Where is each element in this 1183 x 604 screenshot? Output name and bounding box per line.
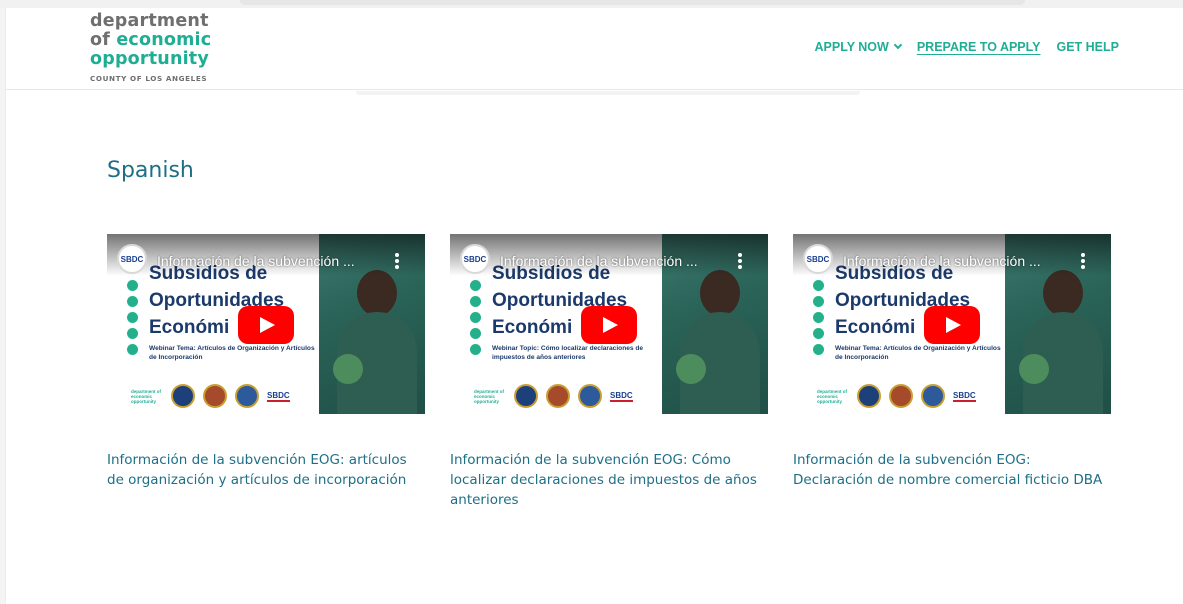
top-pill [240, 0, 1025, 5]
play-button-icon[interactable] [581, 306, 637, 344]
sbdc-badge: SBDC [610, 390, 633, 402]
channel-avatar[interactable]: SBDC [117, 244, 147, 274]
seal-icon [171, 384, 195, 408]
city-seal-icon [235, 384, 259, 408]
logo-tagline: COUNTY OF LOS ANGELES [90, 74, 208, 83]
logo-line-3: opportunity [90, 49, 209, 69]
bullet-dots [470, 280, 481, 360]
bullet-dots [127, 280, 138, 360]
county-seal-icon [203, 384, 227, 408]
video-card: Subsidios de Oportunidades Económi Webin… [107, 234, 425, 490]
chevron-down-icon [893, 40, 903, 50]
city-seal-icon [578, 384, 602, 408]
video-thumbnail[interactable]: Subsidios de Oportunidades Económi Webin… [450, 234, 768, 414]
partner-badges: department of economic opportunity SBDC [474, 384, 633, 408]
dept-mini-logo: department of economic opportunity [817, 389, 848, 404]
nav-apply-now[interactable]: APPLY NOW [814, 40, 903, 54]
video-card: Subsidios de Oportunidades Económi Webin… [450, 234, 768, 510]
browser-top-strip [0, 0, 1183, 8]
seal-icon [514, 384, 538, 408]
left-edge [0, 8, 6, 604]
video-title[interactable]: Información de la subvención ... [157, 253, 379, 269]
nav-apply-now-label: APPLY NOW [814, 40, 889, 54]
dept-logo[interactable]: department of economic opportunity COUNT… [90, 11, 240, 84]
nav-get-help[interactable]: GET HELP [1056, 40, 1119, 54]
county-seal-icon [546, 384, 570, 408]
logo-line-1: department [90, 11, 209, 31]
video-thumbnail[interactable]: Subsidios de Oportunidades Económi Webin… [793, 234, 1111, 414]
city-seal-icon [921, 384, 945, 408]
video-caption-link[interactable]: Información de la subvención EOG: Cómo l… [450, 450, 768, 510]
video-title[interactable]: Información de la subvención ... [500, 253, 722, 269]
channel-avatar[interactable]: SBDC [803, 244, 833, 274]
more-options-icon[interactable] [395, 253, 399, 269]
logo-line-2-prefix: of [90, 30, 111, 50]
video-caption-link[interactable]: Información de la subvención EOG: artícu… [107, 450, 425, 490]
video-thumbnail[interactable]: Subsidios de Oportunidades Económi Webin… [107, 234, 425, 414]
video-card: Subsidios de Oportunidades Económi Webin… [793, 234, 1111, 490]
sbdc-badge: SBDC [267, 390, 290, 402]
header-under-bar [356, 91, 860, 95]
dept-mini-logo: department of economic opportunity [131, 389, 162, 404]
thumbnail-topic: Webinar Tema: Artículos de Organización … [149, 345, 315, 361]
dept-mini-logo: department of economic opportunity [474, 389, 505, 404]
nav-prepare-to-apply[interactable]: PREPARE TO APPLY [917, 40, 1041, 54]
seal-icon [857, 384, 881, 408]
video-title[interactable]: Información de la subvención ... [843, 253, 1065, 269]
site-header: department of economic opportunity COUNT… [6, 8, 1183, 90]
channel-name: SBDC [806, 254, 830, 264]
main-nav: APPLY NOW PREPARE TO APPLY GET HELP [815, 40, 1120, 54]
more-options-icon[interactable] [1081, 253, 1085, 269]
bullet-dots [813, 280, 824, 360]
partner-badges: department of economic opportunity SBDC [817, 384, 976, 408]
channel-name: SBDC [120, 254, 144, 264]
thumbnail-topic: Webinar Topic: Cómo localizar declaracio… [492, 345, 644, 361]
partner-badges: department of economic opportunity SBDC [131, 384, 290, 408]
more-options-icon[interactable] [738, 253, 742, 269]
logo-line-2-accent: economic [116, 30, 212, 50]
channel-name: SBDC [463, 254, 487, 264]
logo-line-2: of economic [90, 31, 240, 50]
channel-avatar[interactable]: SBDC [460, 244, 490, 274]
video-caption-link[interactable]: Información de la subvención EOG: Declar… [793, 450, 1111, 490]
section-title: Spanish [107, 158, 194, 183]
thumbnail-topic: Webinar Tema: Artículos de Organización … [835, 345, 1001, 361]
play-button-icon[interactable] [924, 306, 980, 344]
county-seal-icon [889, 384, 913, 408]
sbdc-badge: SBDC [953, 390, 976, 402]
play-button-icon[interactable] [238, 306, 294, 344]
